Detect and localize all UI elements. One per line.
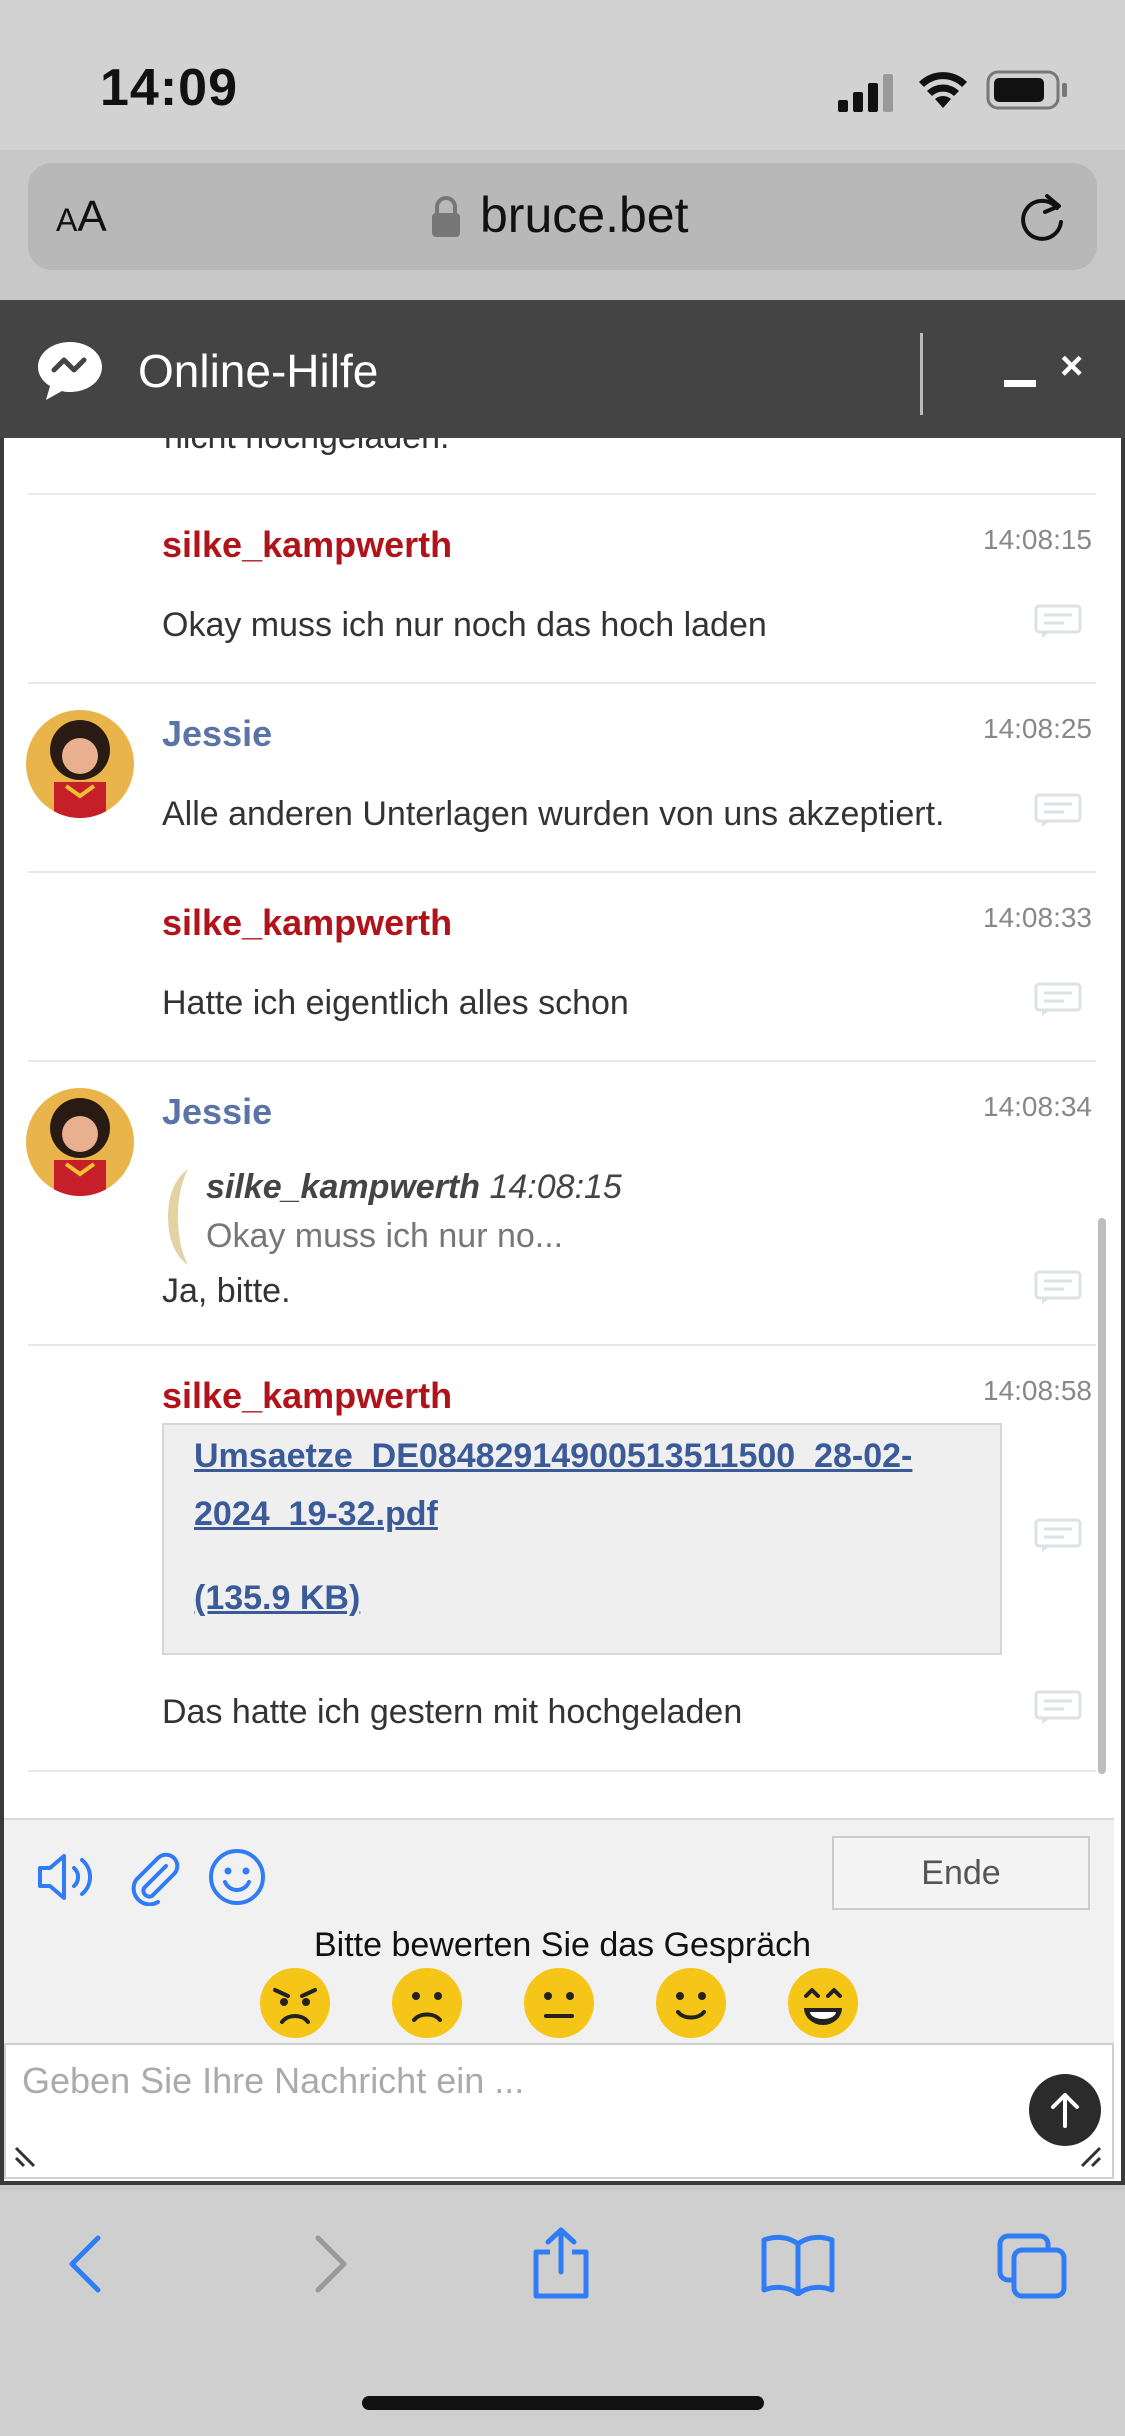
agent-avatar (26, 1088, 134, 1196)
message-text: Alle anderen Unterlagen wurden von uns a… (162, 795, 945, 833)
lock-icon (432, 196, 460, 237)
reply-icon[interactable] (1034, 604, 1082, 640)
text-size-large: A (77, 192, 107, 241)
status-time: 14:09 (100, 59, 238, 117)
rating-neutral-icon[interactable] (522, 1966, 596, 2040)
message-text: Ja, bitte. (162, 1272, 291, 1310)
minimize-button[interactable] (1004, 380, 1036, 387)
reload-icon[interactable] (1017, 188, 1069, 244)
signal-icon (838, 74, 893, 112)
quote-text: Okay muss ich nur no... (206, 1217, 564, 1255)
message-sender: Jessie (162, 1091, 273, 1132)
message-divider (28, 493, 1096, 495)
message-text: Okay muss ich nur noch das hoch laden (162, 606, 767, 644)
home-indicator[interactable] (362, 2396, 764, 2410)
message-time: 14:08:25 (983, 713, 1092, 744)
text-size-button[interactable]: AA (56, 192, 107, 242)
share-icon[interactable] (528, 2226, 594, 2300)
quote-bar (168, 1169, 188, 1265)
file-link-name-part2[interactable]: 2024_19-32.pdf (194, 1495, 438, 1534)
reply-icon[interactable] (1034, 1690, 1082, 1726)
rating-angry-icon[interactable] (258, 1966, 332, 2040)
rating-sad-icon[interactable] (390, 1966, 464, 2040)
message-time: 14:08:58 (983, 1375, 1092, 1406)
message-divider (28, 1770, 1096, 1772)
emoji-icon[interactable] (208, 1848, 266, 1906)
agent-avatar (26, 710, 134, 818)
reply-icon[interactable] (1034, 1518, 1082, 1554)
rating-prompt: Bitte bewerten Sie das Gespräch (313, 1926, 812, 1964)
tabs-icon[interactable] (996, 2232, 1068, 2300)
chat-title: Online-Hilfe (138, 345, 379, 397)
message-list[interactable]: nicht hochgeladen. silke_kampwerth 14:08… (4, 438, 1114, 1818)
rating-love-icon[interactable] (786, 1966, 860, 2040)
cut-off-message-text: nicht hochgeladen. (164, 438, 449, 457)
message-time: 14:08:34 (983, 1091, 1092, 1122)
reply-icon[interactable] (1034, 793, 1082, 829)
message-sender: Jessie (162, 713, 273, 754)
message-text: Das hatte ich gestern mit hochgeladen (162, 1693, 743, 1731)
close-button[interactable]: × (1060, 344, 1083, 389)
message-divider (28, 1060, 1096, 1062)
send-button[interactable] (1029, 2074, 1101, 2146)
message-text: Hatte ich eigentlich alles schon (162, 984, 629, 1022)
url-text[interactable]: bruce.bet (480, 186, 688, 244)
message-sender: silke_kampwerth (162, 1375, 453, 1416)
message-scrollbar[interactable] (1098, 1218, 1106, 1774)
sound-icon[interactable] (36, 1850, 98, 1904)
message-sender: silke_kampwerth (162, 524, 453, 565)
message-input-placeholder: Geben Sie Ihre Nachricht ein ... (22, 2060, 525, 2101)
reply-icon[interactable] (1034, 982, 1082, 1018)
message-divider (28, 871, 1096, 873)
text-size-small: A (56, 202, 78, 238)
send-arrow-icon (1051, 2093, 1079, 2128)
bookmarks-icon[interactable] (760, 2232, 836, 2296)
resize-handle-right-icon[interactable] (1078, 2144, 1102, 2168)
header-divider (920, 333, 923, 415)
message-divider (28, 1344, 1096, 1346)
quote-header: silke_kampwerth 14:08:15 (206, 1168, 622, 1207)
file-attachment: Umsaetze_DE08482914900513511500_28-02- 2… (162, 1423, 1002, 1655)
file-size-link[interactable]: (135.9 KB) (194, 1579, 360, 1618)
message-divider (28, 682, 1096, 684)
message-time: 14:08:15 (983, 524, 1092, 555)
battery-icon (986, 70, 1067, 110)
rating-happy-icon[interactable] (654, 1966, 728, 2040)
reply-icon[interactable] (1034, 1270, 1082, 1306)
file-link-name-part1[interactable]: Umsaetze_DE08482914900513511500_28-02- (194, 1437, 912, 1476)
wifi-icon (919, 72, 967, 108)
quote-time: 14:08:15 (489, 1168, 622, 1206)
resize-handle-left-icon[interactable] (14, 2144, 38, 2168)
quote-author: silke_kampwerth (206, 1168, 481, 1206)
message-time: 14:08:33 (983, 902, 1092, 933)
message-sender: silke_kampwerth (162, 902, 453, 943)
forward-icon[interactable] (304, 2232, 354, 2296)
end-chat-button[interactable]: Ende (832, 1836, 1090, 1910)
chat-logo-icon (38, 342, 102, 400)
back-icon[interactable] (62, 2232, 112, 2296)
attach-icon[interactable] (126, 1848, 182, 1906)
